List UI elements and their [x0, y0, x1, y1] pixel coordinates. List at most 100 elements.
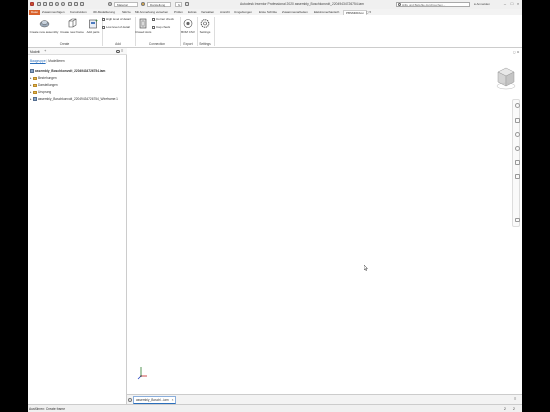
tree-item-relationships[interactable]: ▸ Beziehungen [30, 76, 57, 80]
pan-icon[interactable] [514, 118, 520, 123]
tab-design[interactable]: Konstruktion [70, 10, 87, 15]
viewport-restore-icon[interactable]: ◻ [513, 50, 516, 54]
title-bar: Material Darstellung fx Autodesk Invento… [28, 0, 522, 9]
assembly-icon [30, 69, 34, 73]
connection-panel-label: Connection [148, 42, 166, 46]
appearance-select[interactable]: Darstellung [147, 1, 171, 7]
browser-close-icon[interactable]: × [38, 50, 40, 54]
low-lod-label: Low level of detail [106, 25, 130, 29]
status-occurrence-count: 2 [504, 406, 506, 411]
create-panel-label: Create [59, 42, 70, 46]
close-button[interactable]: × [515, 1, 521, 7]
save-icon[interactable] [49, 2, 53, 6]
tab-annotate[interactable]: Mit Anmerkung versehen [135, 10, 168, 15]
panel-divider [214, 17, 215, 46]
document-tab-close-icon[interactable]: × [172, 398, 174, 402]
tree-item-origin[interactable]: ▸ Ursprung [30, 90, 51, 94]
tab-manage[interactable]: Verwalten [201, 10, 214, 15]
help-search-input[interactable]: Hilfe und Befehle durchsuchen... [396, 1, 470, 7]
material-select[interactable]: Material [114, 1, 138, 7]
add-parts-button[interactable]: + Add parts [85, 18, 101, 34]
gear-icon [200, 19, 210, 28]
cap-check-button[interactable]: Cap check [152, 25, 170, 29]
tab-inspect[interactable]: Prüfen [174, 10, 183, 15]
update-icon[interactable] [74, 2, 78, 6]
tab-file[interactable]: Datei [29, 9, 41, 15]
tab-pbsmribbon[interactable]: PBSMRibbon [343, 9, 368, 15]
sign-in-label: Anmelden [476, 2, 490, 6]
tab-tools[interactable]: Extras [188, 10, 197, 15]
customize-icon[interactable] [185, 2, 189, 6]
zoom-all-icon[interactable] [514, 174, 520, 179]
steering-wheel-icon[interactable] [514, 103, 520, 108]
folder-icon [33, 90, 37, 94]
closed-slots-button[interactable]: Closed slots [135, 18, 151, 34]
high-lod-icon [102, 17, 105, 21]
tree-item-wireframe[interactable]: ▸ assembly_Boschkonvolt_22049434726754_Wi… [30, 97, 118, 101]
home-tab-icon[interactable] [128, 397, 132, 402]
document-tab[interactable]: assembly_Boschl...iam × [133, 396, 177, 404]
select-icon[interactable] [80, 2, 84, 6]
settings-button[interactable]: Settings [197, 18, 213, 34]
search-icon [398, 3, 401, 6]
viewport-tile-icon[interactable]: ⧉ [517, 50, 519, 54]
closed-slots-icon [139, 18, 146, 29]
add-parts-icon: + [88, 18, 98, 29]
look-at-icon[interactable] [514, 160, 520, 165]
browser-add-icon[interactable]: + [44, 49, 46, 53]
orbit-icon[interactable] [514, 146, 520, 151]
tree-item-representations[interactable]: ▸ Darstellungen [30, 83, 58, 87]
create-new-frame-label: Create new frame [60, 30, 84, 34]
undo-icon[interactable] [55, 2, 59, 6]
corner-check-icon [152, 17, 155, 21]
bom-csv-button[interactable]: BOM CSV [180, 18, 196, 34]
create-new-assembly-button[interactable]: Create new assembly [29, 18, 59, 34]
open-file-icon[interactable] [43, 2, 47, 6]
minimize-button[interactable]: – [502, 1, 508, 7]
tab-view[interactable]: Ansicht [220, 10, 230, 15]
tab-3d-model[interactable]: 3D-Modellierung [93, 10, 115, 15]
tree-item-label: Beziehungen [38, 76, 57, 80]
svg-text:+: + [95, 18, 98, 23]
settings-label: Settings [199, 30, 211, 34]
nav-bar-options-icon[interactable] [514, 218, 520, 222]
add-parts-label: Add parts [86, 30, 100, 34]
graphics-viewport[interactable]: ◻ ⧉ [127, 48, 522, 394]
high-lod-button[interactable]: High level of detail [102, 17, 131, 21]
tab-sketch[interactable]: Skizze [122, 10, 131, 15]
status-bar: Ausführen: Create frame 2 2 [28, 404, 522, 412]
window-title: Autodesk Inventor Professional 2020 asse… [240, 2, 364, 6]
fx-button[interactable]: fx [175, 1, 182, 7]
tree-item-label: assembly_Boschkonvolt_22049434726754.iam [35, 69, 106, 73]
document-tabs-menu-icon[interactable]: ≡ [514, 397, 516, 401]
create-new-frame-button[interactable]: Create new frame [59, 18, 85, 34]
appearance-icon [141, 2, 145, 6]
zoom-icon[interactable] [514, 132, 520, 137]
assembly-view-link[interactable]: Baugruppe [30, 59, 46, 63]
tab-collaborate[interactable]: Zusammenarbeiten [282, 10, 308, 15]
new-file-icon[interactable] [37, 2, 41, 6]
modeling-view-link[interactable]: Modellieren [48, 59, 64, 63]
tree-root-assembly[interactable]: assembly_Boschkonvolt_22049434726754.iam [30, 69, 105, 73]
tab-assemble[interactable]: Zusammenfügen [42, 10, 65, 15]
document-tab-label: assembly_Boschl...iam [136, 398, 169, 402]
redo-icon[interactable] [61, 2, 65, 6]
tab-overflow[interactable]: ◻ ▾ [366, 10, 371, 15]
material-icon [108, 2, 112, 6]
create-new-assembly-label: Create new assembly [29, 30, 59, 34]
low-lod-button[interactable]: Low level of detail [102, 25, 130, 29]
tab-get-started[interactable]: Erste Schritte [259, 10, 277, 15]
export-panel-label: Export [183, 42, 193, 46]
coordinate-triad-icon [137, 367, 147, 380]
assembly-icon [39, 20, 49, 28]
app-menu-icon[interactable] [30, 2, 34, 6]
tab-environments[interactable]: Umgebungen [234, 10, 252, 15]
home-icon[interactable] [68, 2, 72, 6]
viewcube[interactable] [496, 64, 516, 92]
browser-menu-icon[interactable]: ≡ [121, 49, 123, 53]
sign-in-button[interactable]: ● Anmelden [474, 2, 490, 6]
tab-electromechanical[interactable]: Elektromechanisch [314, 10, 339, 15]
corner-check-button[interactable]: Corner check [152, 17, 174, 21]
low-lod-icon [102, 25, 105, 29]
browser-search-icon[interactable] [116, 49, 120, 53]
